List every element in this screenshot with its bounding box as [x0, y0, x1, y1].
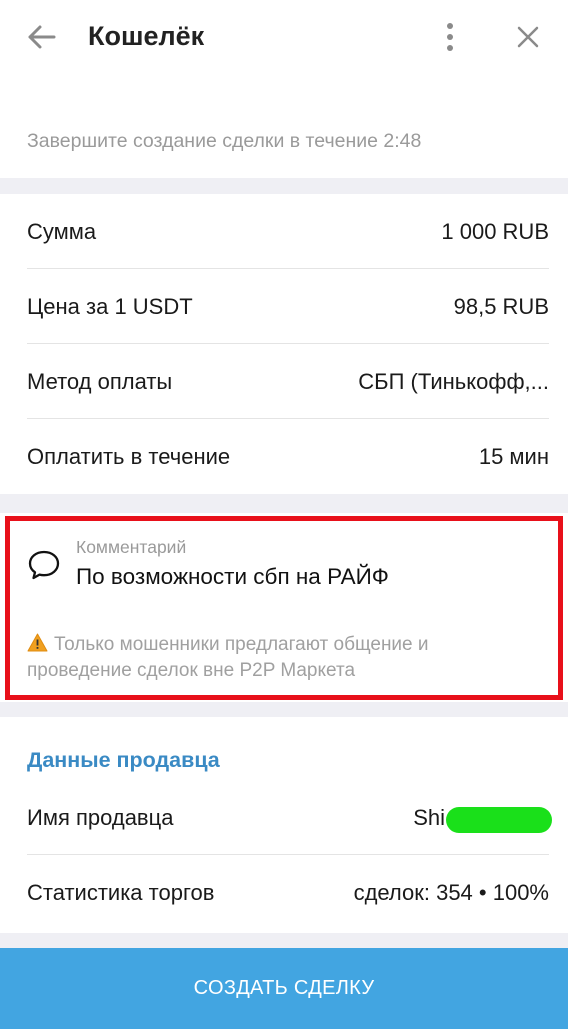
arrow-left-icon[interactable]	[24, 20, 58, 54]
seller-stats-value: сделок: 354 • 100%	[353, 880, 549, 905]
seller-name-value: Shi	[413, 805, 445, 830]
comment-label: Комментарий	[76, 537, 187, 557]
detail-value: 15 мин	[478, 444, 549, 469]
chat-bubble-icon	[28, 550, 60, 580]
detail-label: Цена за 1 USDT	[27, 294, 193, 319]
comment-text: По возможности сбп на РАЙФ	[76, 564, 389, 589]
seller-name-row: Имя продавца Shi	[27, 780, 552, 855]
detail-label: Метод оплаты	[27, 369, 173, 394]
detail-value: 1 000 RUB	[441, 219, 549, 244]
detail-label: Сумма	[27, 219, 97, 244]
warning-text: Только мошенники предлагают общение и пр…	[27, 634, 429, 681]
redaction-mark	[446, 807, 552, 833]
detail-row-pay-within: Оплатить в течение 15 мин	[27, 419, 549, 494]
detail-label: Оплатить в течение	[27, 444, 231, 469]
detail-row-price: Цена за 1 USDT 98,5 RUB	[27, 269, 549, 344]
seller-stats-label: Статистика торгов	[27, 880, 215, 905]
scam-warning: Только мошенники предлагают общение и пр…	[27, 632, 527, 684]
seller-stats-row: Статистика торгов сделок: 354 • 100%	[27, 855, 549, 930]
create-deal-button[interactable]: СОЗДАТЬ СДЕЛКУ	[0, 948, 568, 1029]
seller-card: Данные продавца Имя продавца Shi Статист…	[0, 717, 568, 933]
warning-icon	[27, 633, 48, 652]
detail-value: 98,5 RUB	[453, 294, 549, 319]
detail-row-amount: Сумма 1 000 RUB	[27, 194, 549, 269]
timer-text: Завершите создание сделки в течение 2:48	[27, 130, 422, 152]
detail-value: СБП (Тинькофф,...	[358, 369, 549, 394]
comment-card: Комментарий По возможности сбп на РАЙФ Т…	[0, 513, 568, 702]
more-vertical-icon[interactable]	[438, 20, 462, 54]
detail-row-payment-method[interactable]: Метод оплаты СБП (Тинькофф,...	[27, 344, 549, 419]
deal-details: Сумма 1 000 RUB Цена за 1 USDT 98,5 RUB …	[0, 194, 568, 494]
seller-section-title: Данные продавца	[27, 748, 220, 772]
close-icon[interactable]	[513, 22, 543, 52]
seller-name-label: Имя продавца	[27, 805, 174, 830]
header: Кошелёк Завершите создание сделки в тече…	[0, 0, 568, 178]
page-title: Кошелёк	[88, 21, 205, 51]
